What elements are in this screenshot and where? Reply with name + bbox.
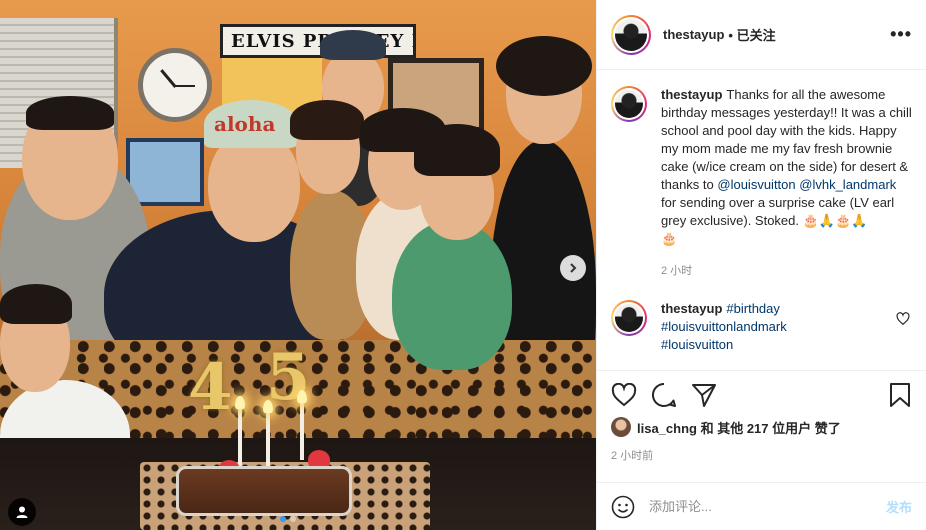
candle-flame [297,390,307,404]
post-actions: lisa_chng 和 其他 217 位用户 赞了 2 小时前 [597,370,926,482]
candle [238,410,242,466]
carousel-dots [280,516,296,522]
likes-count-text[interactable]: 和 其他 217 位用户 赞了 [701,421,841,436]
hashtag-louisvuittonlandmark[interactable]: #louisvuittonlandmark [661,319,787,334]
avatar[interactable] [611,86,647,122]
number-candle-left: 4 [188,350,233,425]
header-username[interactable]: thestayup [663,27,724,42]
person-toddler-hair [414,124,500,176]
post-side-panel: thestayup • 已关注 ••• thestayup Thanks for … [596,0,926,530]
first-liker-username[interactable]: lisa_chng [637,421,697,436]
comment-text: thestayup #birthday #louisvuittonlandmark… [661,300,787,354]
caption-text: thestayup Thanks for all the awesome birt… [661,86,912,248]
avatar-image [615,18,647,51]
person-older-man-cap [320,30,386,60]
wall-clock [138,48,212,122]
follow-status[interactable]: • 已关注 [728,25,775,44]
person-grandma-hair [496,36,592,96]
avatar-image [615,304,643,332]
comments-list[interactable]: thestayup Thanks for all the awesome birt… [597,70,926,370]
caption-text-part-3: 🎂 [661,231,678,246]
liker-avatar[interactable] [611,417,631,437]
caption-row: thestayup Thanks for all the awesome birt… [611,86,912,278]
comment-username[interactable]: thestayup [661,301,722,316]
like-heart-icon[interactable] [611,383,637,407]
carousel-next-button[interactable] [560,255,586,281]
person-boy-hair [0,284,72,324]
avatar[interactable] [611,14,651,55]
likes-summary: lisa_chng 和 其他 217 位用户 赞了 [611,417,912,437]
candle [300,404,304,460]
chevron-right-icon [570,263,577,273]
post-timestamp[interactable]: 2 小时前 [611,447,912,463]
person-left-man-hair [26,96,114,130]
caption-username[interactable]: thestayup [661,87,722,102]
tagged-users-button[interactable] [8,498,36,526]
post-comment-button[interactable]: 发布 [886,497,912,516]
emoji-smiley-icon[interactable] [611,495,635,519]
user-icon [16,506,28,518]
candle-flame [235,396,245,410]
brownie-cake [176,466,352,516]
carousel-dot-active [280,516,286,522]
bookmark-icon[interactable] [888,382,912,408]
add-comment-bar: 发布 [597,482,926,530]
cap-text: aloha [214,112,276,136]
wall-frame-butterfly [126,138,204,206]
avatar[interactable] [611,300,647,336]
caption-text-part-2: for sending over a surprise cake (LV ear… [661,195,895,228]
action-icons [611,381,912,409]
avatar-image [615,90,643,118]
comment-bubble-icon[interactable] [651,382,677,408]
candle [266,414,270,470]
post-modal: ELVIS PRESLEY BLVD aloha [0,0,926,530]
mention-louisvuitton[interactable]: @louisvuitton [717,177,795,192]
person-birthday-man-cap: aloha [204,100,298,148]
hashtag-louisvuitton[interactable]: #louisvuitton [661,337,733,352]
mention-lvhk-landmark[interactable]: @lvhk_landmark [799,177,896,192]
share-paper-plane-icon[interactable] [691,382,717,408]
hashtag-birthday[interactable]: #birthday [726,301,779,316]
post-photo[interactable]: ELVIS PRESLEY BLVD aloha [0,0,596,530]
person-girl-hair [290,100,364,140]
comment-row: thestayup #birthday #louisvuittonlandmark… [611,300,912,354]
comment-like-heart-icon[interactable] [896,312,910,326]
person-toddler [392,220,512,370]
caption-timestamp[interactable]: 2 小时 [661,262,912,278]
comment-input[interactable] [649,499,872,514]
carousel-dot [290,516,296,522]
more-options-icon[interactable]: ••• [890,24,912,45]
post-header: thestayup • 已关注 ••• [597,0,926,70]
street-sign: ELVIS PRESLEY BLVD [220,24,416,58]
candle-flame [263,400,273,414]
